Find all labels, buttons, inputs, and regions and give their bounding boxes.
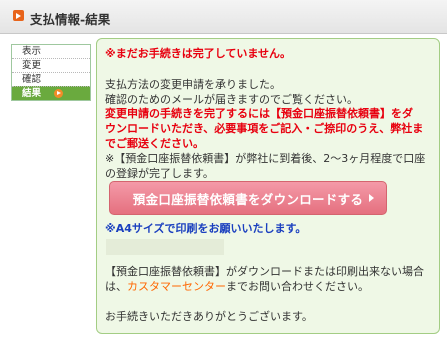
thank-you-text: お手続きいただきありがとうございます。 — [105, 310, 313, 323]
help-prefix: は、 — [105, 280, 127, 293]
result-panel: ※まだお手続きは完了していません。 支払方法の変更申請を承りました。 確認のため… — [96, 38, 440, 334]
blank-placeholder — [106, 239, 224, 255]
download-form-button[interactable]: 預金口座振替依頼書をダウンロードする — [109, 181, 387, 215]
step-label: 結果 — [22, 88, 42, 99]
incomplete-notice: ※まだお手続きは完了していません。 — [105, 47, 292, 60]
step-result: 結果 — [12, 86, 90, 100]
step-display: 表示 — [12, 45, 90, 58]
download-button-label: 預金口座振替依頼書をダウンロードする — [132, 191, 364, 207]
step-label: 確認 — [22, 74, 42, 85]
step-confirm: 確認 — [12, 72, 90, 86]
step-label: 変更 — [22, 60, 42, 71]
registration-note-text: ※【預金口座振替依頼書】が弊社に到着後、2～3ヶ月程度で口座 — [105, 152, 426, 165]
step-label: 表示 — [22, 46, 42, 57]
email-notice-text: 確認のためのメールが届きますのでご覧ください。 — [105, 93, 358, 106]
required-action-text: ウンロードいただき、必要事項をご記入・ご捺印のうえ、弊社ま — [105, 122, 424, 135]
section-arrow-icon — [13, 10, 24, 21]
page-title: 支払情報-結果 — [30, 12, 111, 27]
chevron-right-icon — [369, 194, 374, 202]
step-change: 変更 — [12, 58, 90, 72]
current-step-arrow-icon — [54, 89, 63, 98]
help-suffix: までお問い合わせください。 — [226, 280, 369, 293]
help-text-line2: は、カスタマーセンターまでお問い合わせください。 — [105, 279, 369, 294]
request-received-text: 支払方法の変更申請を承りました。 — [105, 78, 281, 91]
customer-center-link[interactable]: カスタマーセンター — [127, 280, 226, 293]
step-indicator: 表示 変更 確認 結果 — [11, 44, 91, 101]
a4-print-note: ※A4サイズで印刷をお願いいたします。 — [105, 222, 307, 235]
registration-note-text: の登録が完了します。 — [105, 167, 214, 180]
required-action-text: でご郵送ください。 — [105, 137, 204, 150]
required-action-text: 変更申請の手続きを完了するには【預金口座振替依頼書】をダ — [105, 107, 413, 120]
help-text: 【預金口座振替依頼書】がダウンロードまたは印刷出来ない場合 — [105, 265, 424, 278]
page-header: 支払情報-結果 — [0, 0, 447, 34]
